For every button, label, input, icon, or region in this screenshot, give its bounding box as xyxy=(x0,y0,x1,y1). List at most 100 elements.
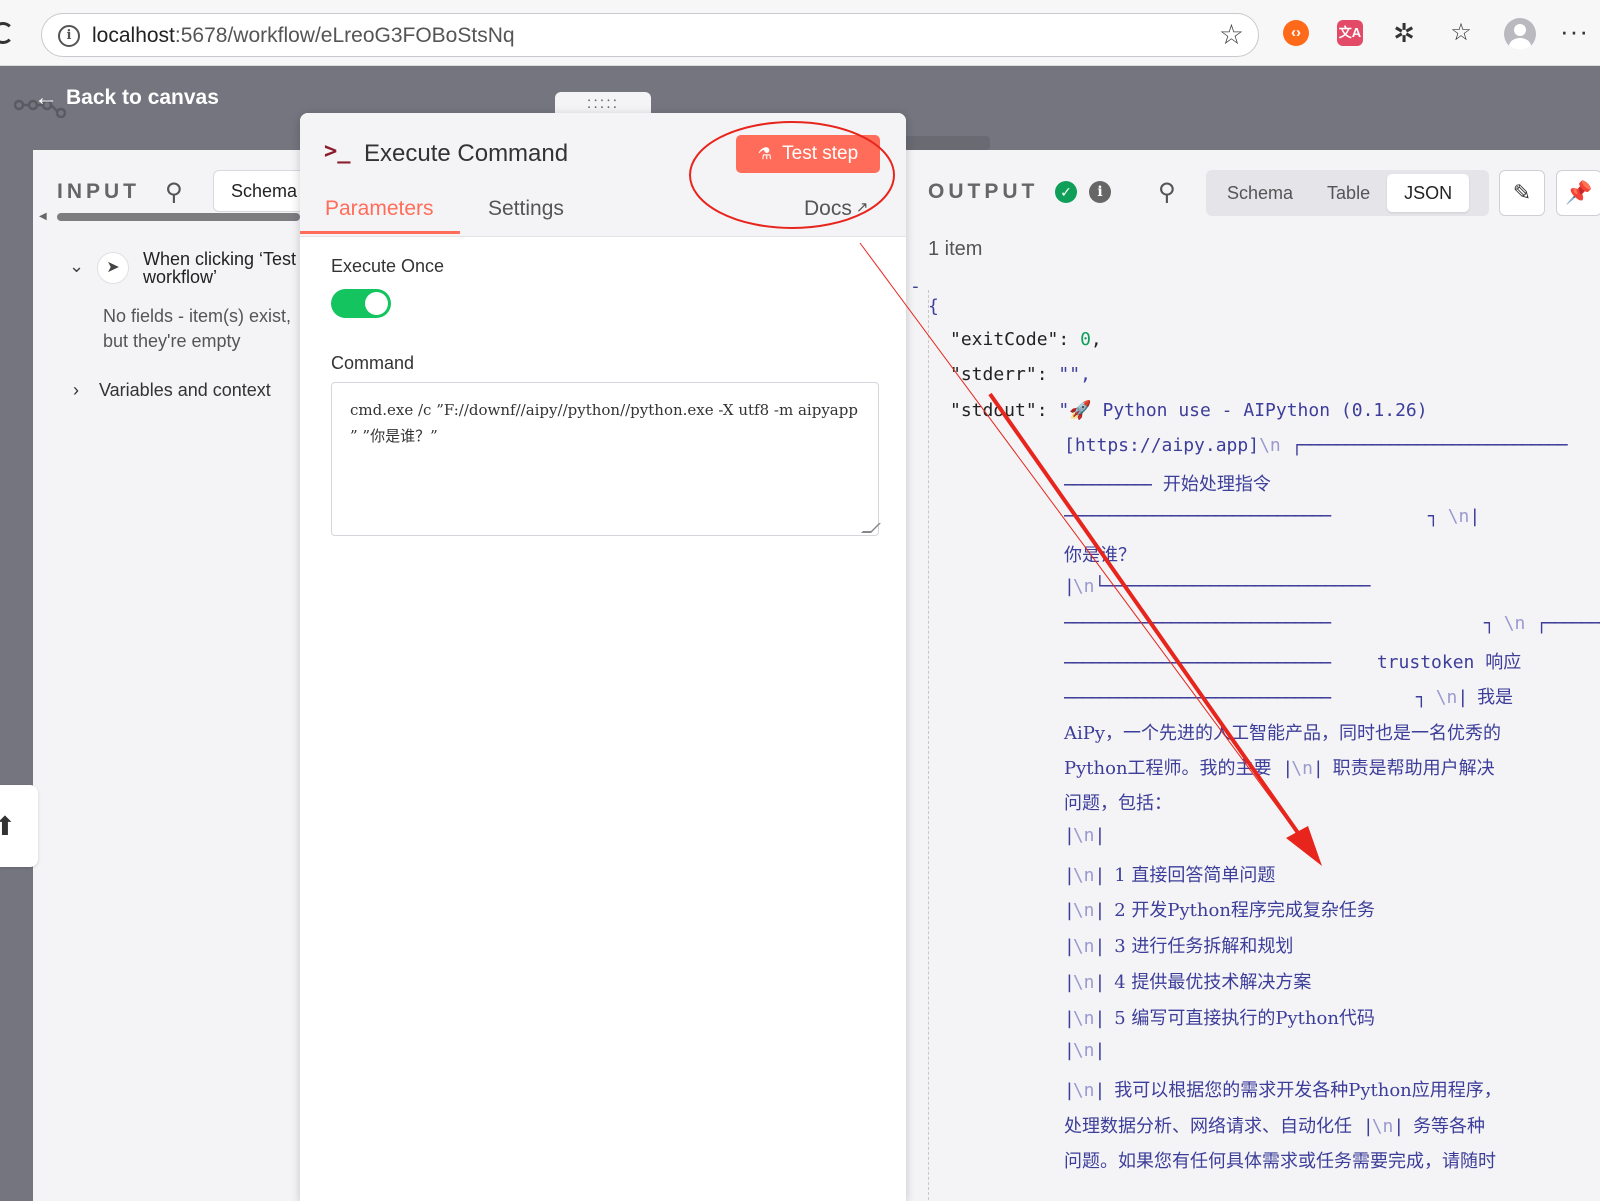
horizontal-scrollbar[interactable] xyxy=(57,213,300,221)
newline-token: \n xyxy=(1447,506,1470,527)
pin-data-button[interactable]: 📌 xyxy=(1556,170,1600,216)
stdout-line: 响应 xyxy=(1485,652,1522,673)
newline-token: \n xyxy=(1259,435,1281,456)
site-info-icon[interactable]: i xyxy=(58,25,80,47)
box-char: ────────────────────────────── xyxy=(1064,475,1152,496)
box-char: | xyxy=(1469,506,1480,527)
newline-token: \n xyxy=(1072,865,1095,886)
stdout-row: ────────────────────────────── 开始处理指令 xyxy=(1064,470,1271,496)
command-input[interactable]: cmd.exe /c ”F://downf//aipy//python//pyt… xyxy=(331,382,881,536)
chevron-down-icon[interactable]: ⌄ xyxy=(69,256,84,277)
stdout-line: AiPy，一个先进的人工智能产品，同时也是一名优秀的 xyxy=(1064,723,1502,744)
test-step-button[interactable]: ⚗ Test step xyxy=(736,135,880,173)
view-tab-schema[interactable]: Schema xyxy=(1210,174,1310,212)
box-char: | xyxy=(1064,576,1075,597)
box-char: | xyxy=(1064,1040,1075,1061)
output-panel: OUTPUT ✓ i ⚲ Schema Table JSON ✎ 📌 1 ite… xyxy=(906,150,1600,1201)
favorites-icon[interactable]: ☆ xyxy=(1448,20,1474,46)
side-panel-toggle[interactable]: ⬆ xyxy=(0,785,38,867)
resize-handle-icon[interactable] xyxy=(861,523,881,533)
active-tab-underline xyxy=(300,231,460,234)
address-bar[interactable]: i localhost:5678/workflow/eLreoG3FOBoSts… xyxy=(41,13,1259,57)
reload-icon[interactable] xyxy=(0,22,14,44)
stdout-line: "🚀 Python use - AIPython (0.1.26) xyxy=(1058,400,1428,421)
json-open-brace: { xyxy=(928,296,939,317)
tab-settings[interactable]: Settings xyxy=(488,197,564,221)
stdout-row: Python工程师。我的主要 |\n| 职责是帮助用户解决 xyxy=(1064,754,1495,780)
browser-toolbar: i localhost:5678/workflow/eLreoG3FOBoSts… xyxy=(0,0,1600,66)
json-row-exitcode: "exitCode": 0, xyxy=(950,329,1102,350)
stdout-line: 我可以根据您的需求开发各种Python应用程序， xyxy=(1114,1080,1502,1101)
search-icon[interactable]: ⚲ xyxy=(1158,178,1176,207)
url-text[interactable]: localhost:5678/workflow/eLreoG3FOBoStsNq xyxy=(92,24,515,48)
stdout-line: 我是 xyxy=(1477,687,1514,708)
json-array-dash: - xyxy=(910,276,921,297)
bookmark-star-icon[interactable]: ☆ xyxy=(1219,20,1244,50)
newline-token: \n xyxy=(1072,576,1095,597)
stdout-line: 处理数据分析、网络请求、自动化任 xyxy=(1064,1116,1352,1137)
input-title: INPUT xyxy=(57,180,140,203)
more-menu-icon[interactable]: ··· xyxy=(1560,16,1589,47)
item-count: 1 item xyxy=(928,238,983,260)
info-icon[interactable]: i xyxy=(1089,181,1111,203)
stdout-row: |\n| 3 进行任务拆解和规划 xyxy=(1064,932,1293,958)
box-char: | xyxy=(1312,758,1324,779)
input-schema-tab[interactable]: Schema xyxy=(213,170,300,212)
node-title[interactable]: Execute Command xyxy=(364,140,568,168)
newline-token: \n xyxy=(1371,1116,1394,1137)
tab-docs[interactable]: Docs ↗ xyxy=(804,197,868,221)
stdout-row: |\n| 5 编写可直接执行的Python代码 xyxy=(1064,1004,1375,1030)
output-view-switcher: Schema Table JSON xyxy=(1206,170,1489,216)
view-tab-json[interactable]: JSON xyxy=(1387,174,1470,212)
search-icon[interactable]: ⚲ xyxy=(165,178,183,207)
url-host: localhost xyxy=(92,24,175,47)
edit-output-button[interactable]: ✎ xyxy=(1499,170,1545,216)
success-check-icon: ✓ xyxy=(1055,181,1077,203)
tab-parameters[interactable]: Parameters xyxy=(325,197,434,221)
execute-once-toggle[interactable] xyxy=(331,289,391,318)
back-to-canvas-label: Back to canvas xyxy=(66,86,219,109)
pencil-icon: ✎ xyxy=(1512,180,1532,205)
back-to-canvas-button[interactable]: ← Back to canvas xyxy=(34,84,219,112)
extension-translate-icon[interactable]: 文A xyxy=(1337,20,1363,46)
stdout-row: [https://aipy.app]\n ┌──────────────────… xyxy=(1064,435,1568,456)
box-char: | xyxy=(1094,1080,1106,1101)
profile-avatar[interactable] xyxy=(1504,18,1536,50)
box-char: | xyxy=(1064,900,1075,921)
scroll-left-icon[interactable]: ◀ xyxy=(39,211,47,222)
canvas-background-strip xyxy=(905,136,990,150)
variables-context-row[interactable]: › Variables and context xyxy=(73,380,271,401)
stdout-row: 处理数据分析、网络请求、自动化任 |\n| 务等各种 xyxy=(1064,1112,1485,1138)
chevron-right-icon: › xyxy=(73,380,79,400)
view-tab-table[interactable]: Table xyxy=(1310,174,1387,212)
stdout-line: 职责是帮助用户解决 xyxy=(1332,758,1495,779)
flask-icon: ⚗ xyxy=(757,146,773,163)
newline-token: \n xyxy=(1072,972,1095,993)
box-char: | xyxy=(1094,972,1106,993)
box-char: ┐ xyxy=(1484,613,1495,634)
extensions-puzzle-icon[interactable]: ✲ xyxy=(1391,20,1417,46)
extension-orange-icon[interactable]: ‹› xyxy=(1283,20,1309,46)
newline-token: \n xyxy=(1072,1008,1095,1029)
box-char: ┐ xyxy=(1416,687,1427,708)
json-key-stderr: "stderr": xyxy=(950,364,1048,385)
stdout-row: |\n| xyxy=(1064,1040,1105,1061)
newline-token: \n xyxy=(1503,613,1526,634)
variables-context-label: Variables and context xyxy=(99,380,271,400)
stdout-line: 4 提供最优技术解决方案 xyxy=(1114,972,1312,993)
pin-icon: 📌 xyxy=(1565,180,1593,205)
stdout-line: 问题，包括： xyxy=(1064,793,1172,814)
terminal-icon: >_ xyxy=(324,139,351,164)
url-path: :5678/workflow/eLreoG3FOBoStsNq xyxy=(174,24,515,47)
newline-token: \n xyxy=(1072,1080,1095,1101)
newline-token: \n xyxy=(1072,1040,1095,1061)
box-char: | xyxy=(1064,1080,1075,1101)
arrow-up-icon: ⬆ xyxy=(0,811,16,841)
newline-token: \n xyxy=(1072,936,1095,957)
box-char: | xyxy=(1094,825,1106,846)
stdout-row: |\n| 我可以根据您的需求开发各种Python应用程序， xyxy=(1064,1076,1502,1102)
trigger-node-label: When clicking ‘Test workflow’ xyxy=(143,249,297,287)
node-header: >_ Execute Command ⚗ Test step Parameter… xyxy=(300,113,906,237)
newline-token: \n xyxy=(1072,825,1095,846)
box-char: | xyxy=(1282,758,1293,779)
